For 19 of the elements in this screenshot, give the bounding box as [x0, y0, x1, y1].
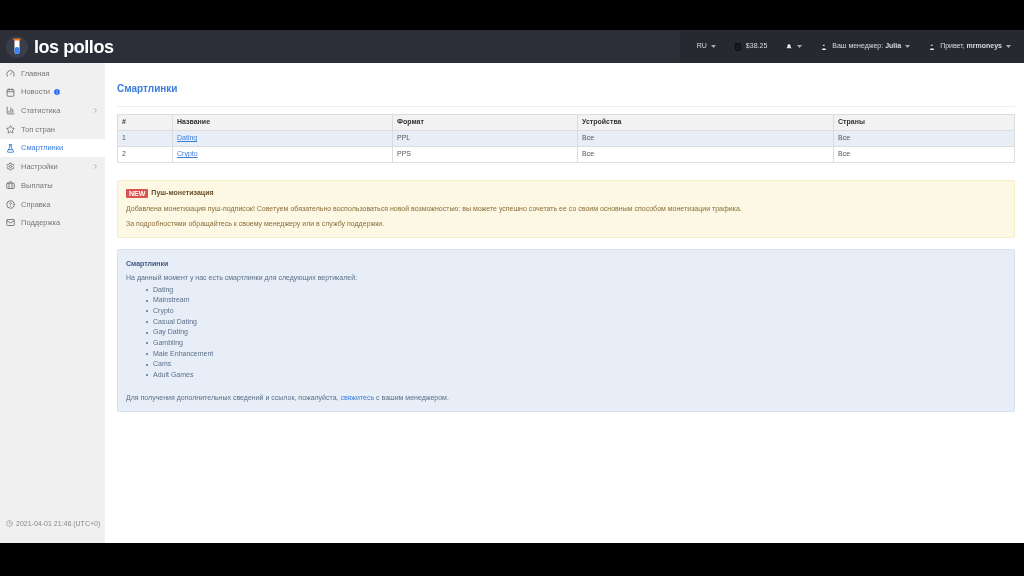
mail-icon [6, 218, 15, 228]
user-icon [820, 42, 829, 51]
clock-icon [6, 520, 13, 528]
flask-icon [6, 143, 15, 153]
star-icon [6, 124, 15, 134]
user-icon [928, 42, 937, 51]
info-icon [53, 88, 62, 97]
briefcase-icon [6, 180, 15, 190]
gauge-icon [6, 68, 15, 78]
page-title: Смартлинки [117, 83, 178, 94]
help-icon [6, 199, 15, 209]
test-tube-logo-icon [6, 35, 28, 58]
settings-icon [6, 162, 15, 172]
bar-chart-icon [6, 106, 15, 116]
brand-logo-text: los pollos [34, 37, 114, 56]
bell-icon [785, 42, 794, 51]
chevron-right-icon [92, 107, 99, 115]
chevron-right-icon [92, 163, 99, 171]
calendar-icon [6, 87, 15, 97]
